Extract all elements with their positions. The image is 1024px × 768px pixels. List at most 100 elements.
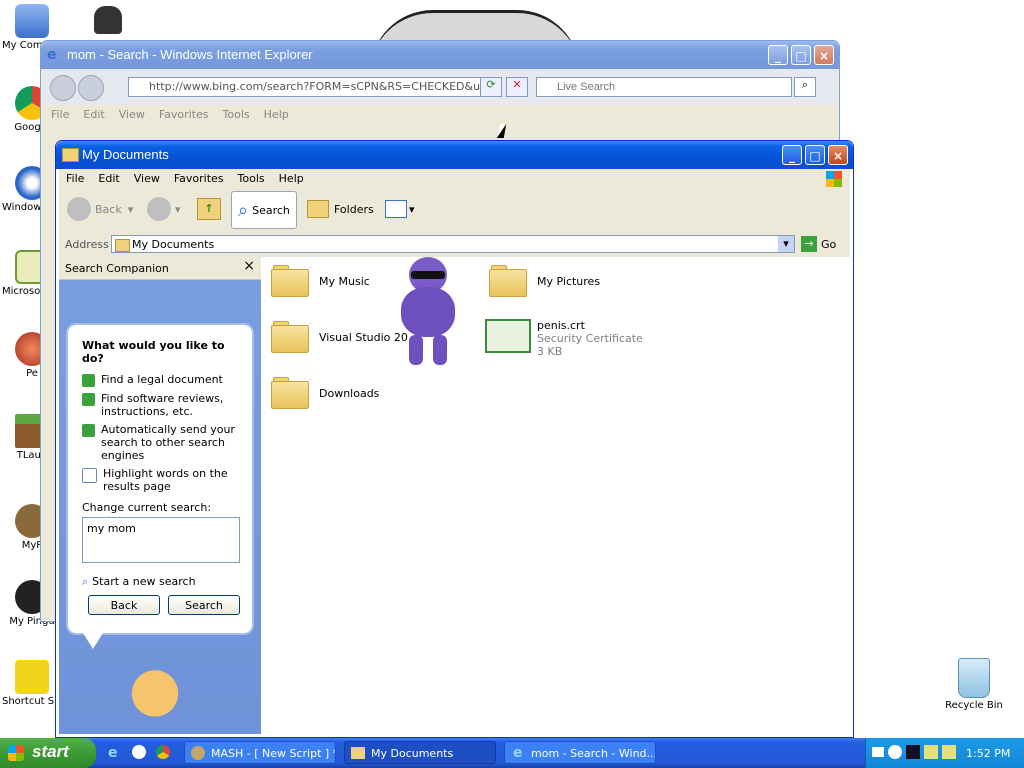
tray-app-icon-2[interactable] <box>924 745 938 759</box>
address-input[interactable]: My Documents ▾ <box>111 235 795 253</box>
task-send-to-search-engines[interactable]: Automatically send your search to other … <box>82 423 242 462</box>
green-arrow-icon <box>82 393 95 406</box>
keyboard-icon[interactable] <box>872 747 884 757</box>
chevron-down-icon: ▾ <box>127 202 134 216</box>
minimize-button[interactable]: _ <box>782 145 802 165</box>
file-size: 3 KB <box>537 345 563 358</box>
companion-search-button[interactable]: Search <box>168 595 240 615</box>
maximize-button[interactable]: □ <box>791 45 811 65</box>
system-tray: 1:52 PM <box>865 738 1024 768</box>
forward-button[interactable]: ▾ <box>147 193 181 225</box>
file-my-pictures[interactable]: My Pictures <box>489 265 600 297</box>
explorer-title-bar[interactable]: My Documents _ □ × <box>56 141 853 169</box>
close-button[interactable]: × <box>828 145 848 165</box>
folders-button[interactable]: Folders <box>307 193 374 225</box>
minimize-button[interactable]: _ <box>768 45 788 65</box>
windows-logo-icon <box>8 745 24 761</box>
chevron-down-icon: ▾ <box>175 202 181 216</box>
menu-help[interactable]: Help <box>257 105 296 124</box>
bonzi-buddy-character[interactable] <box>395 257 461 369</box>
file-visual-studio[interactable]: Visual Studio 20 <box>271 321 408 353</box>
back-button[interactable]: Back ▾ <box>67 193 133 225</box>
taskbar-item-ie[interactable]: e mom - Search - Wind... <box>504 741 656 764</box>
document-icon <box>82 468 97 483</box>
language-icon[interactable] <box>888 745 902 759</box>
folder-icon <box>115 239 130 252</box>
menu-favorites[interactable]: Favorites <box>152 105 216 124</box>
folder-icon <box>271 321 309 353</box>
search-button[interactable]: ⌕ Search <box>231 191 297 229</box>
ie-quicklaunch-icon-2[interactable] <box>132 745 146 759</box>
volume-icon[interactable] <box>942 745 956 759</box>
close-icon[interactable]: × <box>243 258 255 274</box>
menu-tools[interactable]: Tools <box>231 169 272 188</box>
ie-window-title: mom - Search - Windows Internet Explorer <box>67 47 313 62</box>
forward-arrow-icon[interactable] <box>78 75 104 101</box>
task-highlight-words[interactable]: Highlight words on the results page <box>82 467 242 493</box>
search-text-field[interactable]: my mom <box>82 517 240 563</box>
back-arrow-icon[interactable] <box>50 75 76 101</box>
desktop-icon-recycle-bin[interactable]: Recycle Bin <box>944 658 1004 711</box>
views-button[interactable]: ▾ <box>385 193 415 225</box>
stop-icon[interactable]: ✕ <box>506 77 528 97</box>
file-penis-crt[interactable]: penis.crt Security Certificate 3 KB <box>485 319 643 358</box>
chrome-quicklaunch-icon[interactable] <box>156 745 170 759</box>
desktop-icon-spongebob[interactable]: Shortcut SpongeBob <box>2 660 105 707</box>
companion-back-button[interactable]: Back <box>88 595 160 615</box>
menu-edit[interactable]: Edit <box>76 105 111 124</box>
change-search-label: Change current search: <box>82 501 212 514</box>
forward-arrow-icon <box>147 197 171 221</box>
close-button[interactable]: × <box>814 45 834 65</box>
search-icon: ⌕ <box>82 575 89 588</box>
ie-quicklaunch-icon[interactable]: e <box>108 745 118 761</box>
spongebob-icon <box>15 660 49 694</box>
menu-favorites[interactable]: Favorites <box>167 169 231 188</box>
task-find-software-reviews[interactable]: Find software reviews, instructions, etc… <box>82 392 242 418</box>
ie-logo-icon: e <box>47 47 57 63</box>
explorer-window[interactable]: My Documents _ □ × File Edit View Favorites… <box>55 140 854 738</box>
back-arrow-icon <box>67 197 91 221</box>
ie-title-bar[interactable]: e mom - Search - Windows Internet Explor… <box>41 41 839 69</box>
up-folder-button[interactable]: ↑ <box>197 193 221 225</box>
file-name: penis.crt <box>537 319 585 332</box>
certificate-icon <box>485 319 531 353</box>
task-find-legal-document[interactable]: Find a legal document <box>82 373 242 387</box>
search-companion-header: Search Companion × <box>59 257 261 280</box>
chevron-down-icon: ▾ <box>409 202 415 216</box>
file-downloads[interactable]: Downloads <box>271 377 379 409</box>
ie-navigation-bar: http://www.bing.com/search?FORM=sCPN&RS=… <box>44 69 836 105</box>
go-arrow-icon: → <box>801 236 817 252</box>
maximize-button[interactable]: □ <box>805 145 825 165</box>
explorer-address-bar: Address My Documents ▾ → Go <box>59 233 850 258</box>
folder-icon <box>271 265 309 297</box>
menu-file[interactable]: File <box>59 169 91 188</box>
menu-view[interactable]: View <box>112 105 152 124</box>
menu-view[interactable]: View <box>127 169 167 188</box>
file-list: My Music My Pictures Visual Studio 20 pe… <box>261 257 850 734</box>
taskbar-item-my-documents[interactable]: My Documents <box>344 741 496 764</box>
windows-logo-icon <box>826 171 842 187</box>
desktop-icon-spy[interactable] <box>86 6 130 34</box>
menu-help[interactable]: Help <box>272 169 311 188</box>
search-icon[interactable]: ⌕ <box>794 77 816 97</box>
ie-address-bar[interactable]: http://www.bing.com/search?FORM=sCPN&RS=… <box>128 77 498 97</box>
taskbar-item-mash[interactable]: MASH - [ New Script ] * <box>184 741 336 764</box>
menu-edit[interactable]: Edit <box>91 169 126 188</box>
folder-icon <box>62 148 79 162</box>
search-dog-cat-icon[interactable] <box>123 667 187 733</box>
ie-search-input[interactable] <box>536 77 792 97</box>
menu-tools[interactable]: Tools <box>216 105 257 124</box>
up-folder-icon: ↑ <box>197 198 221 220</box>
start-button[interactable]: start <box>0 738 96 768</box>
explorer-menu-bar: File Edit View Favorites Tools Help <box>59 169 850 189</box>
tray-app-icon[interactable] <box>906 745 920 759</box>
search-companion-title: Search Companion <box>65 262 169 275</box>
start-new-search-link[interactable]: ⌕ Start a new search <box>82 575 242 589</box>
menu-file[interactable]: File <box>44 105 76 124</box>
computer-icon <box>15 4 49 38</box>
go-button[interactable]: → Go <box>801 235 836 253</box>
folder-icon <box>271 377 309 409</box>
refresh-icon[interactable]: ⟳ <box>480 77 502 97</box>
file-my-music[interactable]: My Music <box>271 265 370 297</box>
chevron-down-icon[interactable]: ▾ <box>778 236 794 252</box>
